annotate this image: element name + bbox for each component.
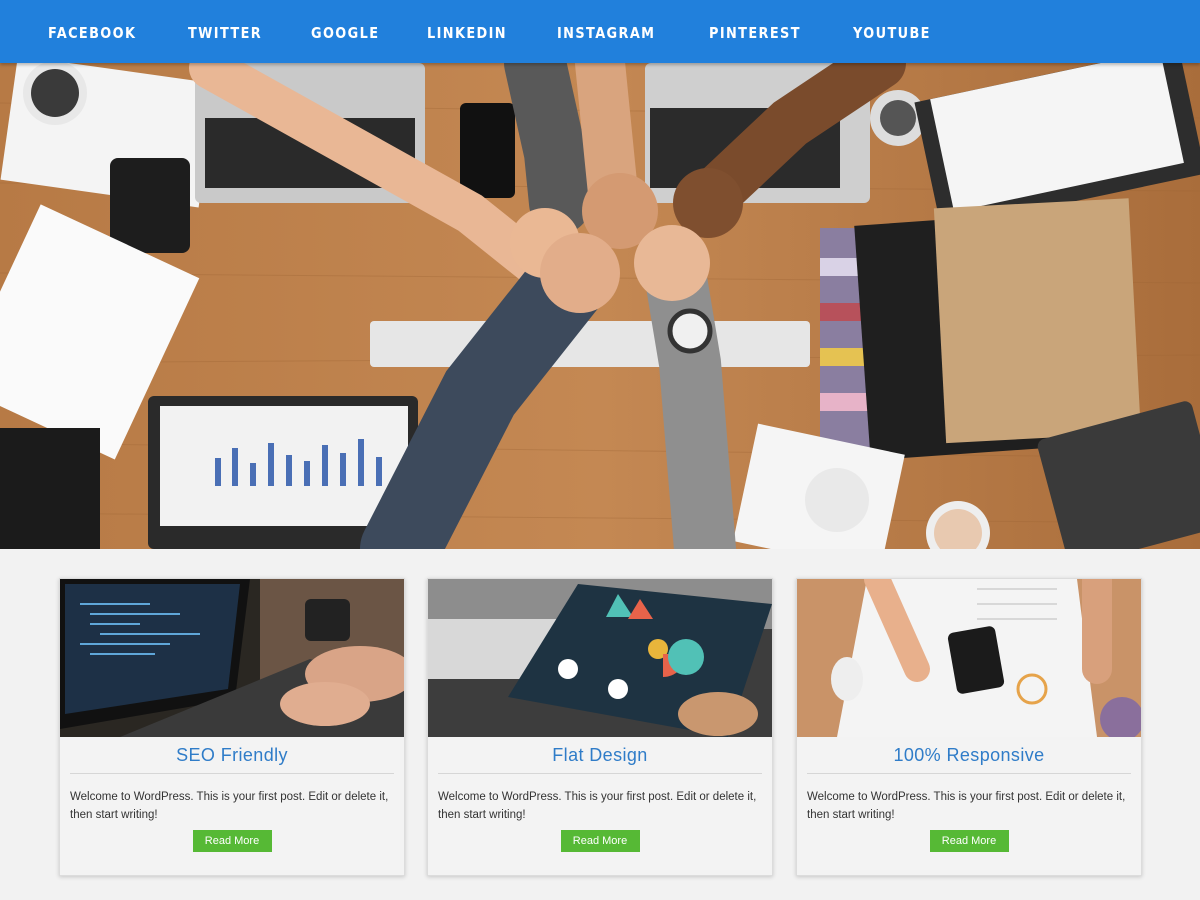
feature-card: 100% Responsive Welcome to WordPress. Th… [796,578,1142,876]
card-image [428,579,772,737]
card-text: Welcome to WordPress. This is your first… [807,791,1126,821]
nav-item-facebook[interactable]: FACEBOOK [48,0,136,66]
card-divider [807,773,1131,774]
nav-item-instagram[interactable]: INSTAGRAM [557,0,655,66]
read-more-button[interactable]: Read More [929,830,1009,852]
card-title: Flat Design [552,745,648,765]
nav-item-pinterest[interactable]: PINTEREST [709,0,801,66]
read-more-button[interactable]: Read More [560,830,640,852]
read-more-button[interactable]: Read More [192,830,272,852]
nav-item-linkedin[interactable]: LINKEDIN [427,0,507,66]
feature-card: Flat Design Welcome to WordPress. This i… [427,578,773,876]
nav-item-youtube[interactable]: YOUTUBE [853,0,931,66]
hero-image [0,63,1200,549]
card-text: Welcome to WordPress. This is your first… [438,791,757,821]
nav-item-google[interactable]: GOOGLE [311,0,379,66]
card-image [797,579,1141,737]
feature-cards: SEO Friendly Welcome to WordPress. This … [0,578,1200,878]
card-divider [70,773,394,774]
feature-card: SEO Friendly Welcome to WordPress. This … [59,578,405,876]
card-image [60,579,404,737]
card-title: 100% Responsive [893,745,1045,765]
card-divider [438,773,762,774]
top-navigation: FACEBOOK TWITTER GOOGLE LINKEDIN INSTAGR… [0,0,1200,63]
nav-item-twitter[interactable]: TWITTER [188,0,262,66]
card-text: Welcome to WordPress. This is your first… [70,791,389,821]
card-title: SEO Friendly [176,745,288,765]
